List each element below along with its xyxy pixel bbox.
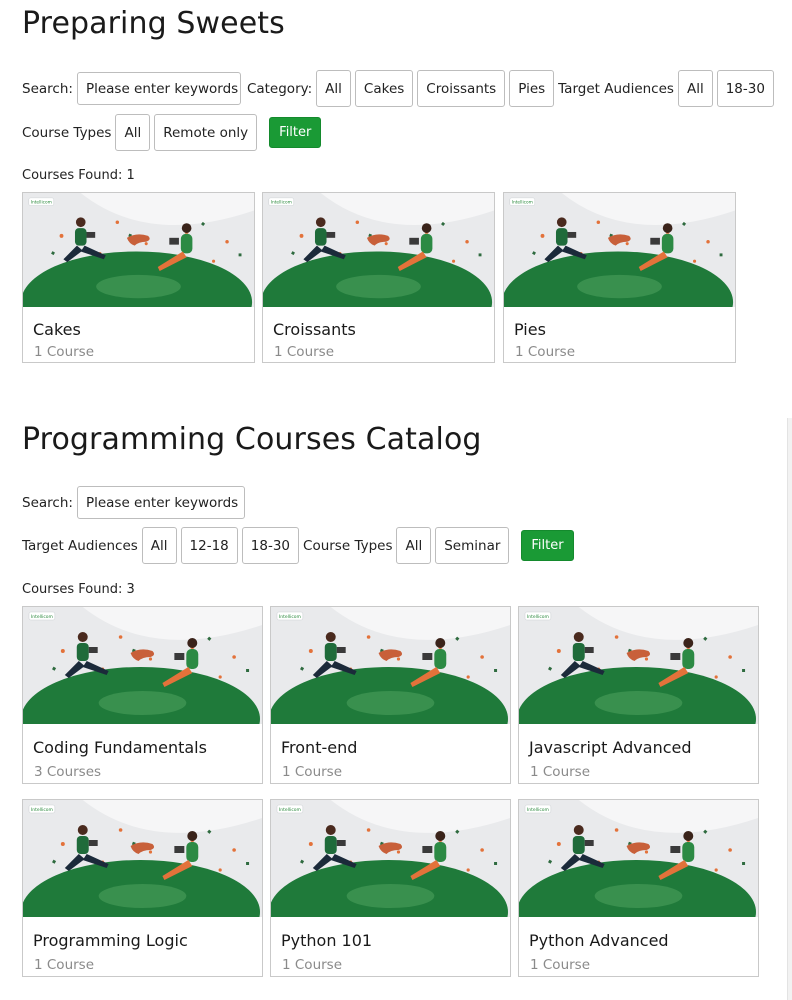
svg-text:Intellicom: Intellicom bbox=[279, 807, 301, 813]
audience-option-12-18[interactable]: 12-18 bbox=[180, 527, 238, 564]
course-card-title: Javascript Advanced bbox=[529, 738, 692, 757]
target-audiences-label: Target Audiences bbox=[558, 80, 674, 97]
category-option-pies[interactable]: Pies bbox=[509, 70, 555, 107]
course-card-title: Python 101 bbox=[281, 931, 373, 950]
course-type-option-seminar[interactable]: Seminar bbox=[435, 527, 510, 564]
course-card-count: 1 Course bbox=[282, 957, 343, 973]
svg-text:Intellicom: Intellicom bbox=[271, 200, 292, 206]
filter-row-sweets-2: Course Types All Remote only Filter bbox=[22, 114, 322, 151]
target-audiences-label: Target Audiences bbox=[22, 537, 138, 554]
course-types-label: Course Types bbox=[22, 124, 112, 141]
course-thumbnail: Intellicom bbox=[504, 193, 735, 307]
course-thumbnail: Intellicom bbox=[271, 607, 510, 724]
course-thumbnail: Intellicom bbox=[271, 800, 510, 917]
course-card-count: 1 Course bbox=[274, 344, 335, 360]
search-placeholder: Please enter keywords bbox=[85, 80, 239, 97]
course-card-title: Pies bbox=[514, 320, 546, 339]
category-option-croissants[interactable]: Croissants bbox=[417, 70, 506, 107]
course-card-count: 1 Course bbox=[515, 344, 576, 360]
filter-button[interactable]: Filter bbox=[521, 530, 574, 561]
svg-text:Intellicom: Intellicom bbox=[31, 200, 52, 206]
page-title-programming: Programming Courses Catalog bbox=[22, 422, 482, 457]
course-thumbnail: Intellicom bbox=[23, 800, 262, 917]
course-card-javascript-advanced[interactable]: Intellicom Javascript Advanced 1 Course bbox=[518, 606, 759, 784]
course-thumbnail: Intellicom bbox=[519, 607, 758, 724]
svg-text:Intellicom: Intellicom bbox=[527, 807, 549, 813]
course-card-croissants[interactable]: Intellicom Croissants 1 Course bbox=[262, 192, 495, 363]
courses-found-count: Courses Found: 3 bbox=[22, 582, 135, 597]
course-type-option-all[interactable]: All bbox=[115, 114, 151, 151]
course-card-title: Coding Fundamentals bbox=[33, 738, 207, 757]
category-option-all[interactable]: All bbox=[316, 70, 351, 107]
course-types-label: Course Types bbox=[303, 537, 393, 554]
search-placeholder: Please enter keywords bbox=[85, 494, 239, 511]
svg-text:Intellicom: Intellicom bbox=[512, 200, 533, 206]
course-card-count: 1 Course bbox=[530, 957, 591, 973]
audience-option-all[interactable]: All bbox=[141, 527, 177, 564]
svg-text:Intellicom: Intellicom bbox=[279, 614, 301, 620]
filter-row-sweets-1: Search: Please enter keywords Category: … bbox=[22, 70, 778, 107]
course-card-count: 1 Course bbox=[282, 764, 343, 780]
course-thumbnail: Intellicom bbox=[23, 607, 262, 724]
course-thumbnail: Intellicom bbox=[263, 193, 494, 307]
course-card-python-101[interactable]: Intellicom Python 101 1 Course bbox=[270, 799, 511, 977]
audience-option-18-30[interactable]: 18-30 bbox=[241, 527, 300, 564]
course-card-pies[interactable]: Intellicom Pies 1 Course bbox=[503, 192, 736, 363]
course-card-count: 1 Course bbox=[34, 344, 95, 360]
course-card-programming-logic[interactable]: Intellicom Programming Logic 1 Course bbox=[22, 799, 263, 977]
course-type-option-all[interactable]: All bbox=[396, 527, 432, 564]
audience-option-all[interactable]: All bbox=[677, 70, 713, 107]
course-card-coding-fundamentals[interactable]: Intellicom Coding Fundamentals 3 Courses bbox=[22, 606, 263, 784]
filter-row-programming-1: Search: Please enter keywords bbox=[22, 486, 245, 519]
svg-text:Intellicom: Intellicom bbox=[527, 614, 549, 620]
course-card-count: 1 Course bbox=[34, 957, 95, 973]
search-label: Search: bbox=[22, 494, 73, 511]
category-label: Category: bbox=[246, 80, 313, 97]
course-card-title: Programming Logic bbox=[33, 931, 188, 950]
course-card-python-advanced[interactable]: Intellicom Python Advanced 1 Course bbox=[518, 799, 759, 977]
search-label: Search: bbox=[22, 80, 73, 97]
courses-found-count: Courses Found: 1 bbox=[22, 168, 135, 183]
course-card-count: 1 Course bbox=[530, 764, 591, 780]
course-thumbnail: Intellicom bbox=[23, 193, 254, 307]
course-card-count: 3 Courses bbox=[34, 764, 102, 780]
course-type-option-remote-only[interactable]: Remote only bbox=[154, 114, 258, 151]
scrollbar-track[interactable] bbox=[787, 418, 792, 1000]
svg-text:Intellicom: Intellicom bbox=[31, 614, 53, 620]
course-thumbnail: Intellicom bbox=[519, 800, 758, 917]
category-option-cakes[interactable]: Cakes bbox=[354, 70, 414, 107]
search-input[interactable]: Please enter keywords bbox=[76, 72, 241, 105]
filter-button[interactable]: Filter bbox=[269, 117, 322, 148]
audience-option-18-30[interactable]: 18-30 bbox=[716, 70, 774, 107]
course-card-front-end[interactable]: Intellicom Front-end 1 Course bbox=[270, 606, 511, 784]
course-card-cakes[interactable]: Intellicom Cakes 1 Course bbox=[22, 192, 255, 363]
course-card-title: Croissants bbox=[273, 320, 356, 339]
filter-row-programming-2: Target Audiences All 12-18 18-30 Course … bbox=[22, 527, 574, 564]
course-card-title: Cakes bbox=[33, 320, 81, 339]
course-card-title: Front-end bbox=[281, 738, 358, 757]
course-card-title: Python Advanced bbox=[529, 931, 669, 950]
search-input[interactable]: Please enter keywords bbox=[76, 486, 245, 519]
page-title-sweets: Preparing Sweets bbox=[22, 6, 285, 41]
svg-text:Intellicom: Intellicom bbox=[31, 807, 53, 813]
